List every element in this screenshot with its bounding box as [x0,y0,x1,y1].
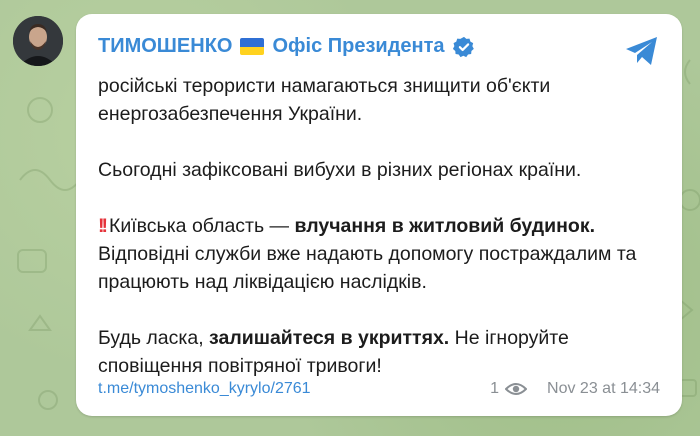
post-link[interactable]: t.me/tymoshenko_kyrylo/2761 [98,380,311,398]
paragraph-4-bold: залишайтеся в укриттях. [209,327,450,349]
view-count: 1 [490,380,500,397]
paragraph-1-text: російські терористи намагаються знищити … [98,75,551,125]
eye-icon [505,383,528,395]
message-paragraph: російські терористи намагаються знищити … [98,72,668,128]
paragraph-2-text: Сьогодні зафіксовані вибухи в різних рег… [98,159,582,181]
message-paragraph: Сьогодні зафіксовані вибухи в різних рег… [98,156,668,184]
paragraph-3-bold: влучання в житловий будинок. [294,215,596,237]
message-footer: t.me/tymoshenko_kyrylo/2761 1 Nov 23 at … [98,380,660,398]
message-meta: 1 Nov 23 at 14:34 [490,380,660,398]
message-paragraph: Будь ласка, залишайтеся в укриттях. Не і… [98,324,668,380]
paragraph-3-text: Київська область — [109,215,295,237]
message-timestamp: Nov 23 at 14:34 [547,380,660,397]
paragraph-4-text: Будь ласка, [98,327,210,349]
channel-name[interactable]: ТИМОШЕНКО [98,35,232,58]
message-text: російські терористи намагаються знищити … [98,72,668,380]
message-bubble: ТИМОШЕНКО Офіс Президента російські теро… [76,14,682,416]
telegram-share-icon[interactable] [624,34,660,68]
ukraine-flag-icon [240,38,265,55]
message-paragraph: !! Київська область — влучання в житловий… [98,212,668,296]
channel-subtitle[interactable]: Офіс Президента [272,35,444,58]
channel-avatar[interactable] [13,16,63,66]
person-avatar-icon [13,16,63,66]
channel-header[interactable]: ТИМОШЕНКО Офіс Президента [98,35,475,58]
verified-check-icon [452,36,474,57]
paragraph-3-text-rest: Відповідні служби вже надають допомогу п… [98,243,637,293]
double-exclamation-icon: !! [98,215,108,237]
